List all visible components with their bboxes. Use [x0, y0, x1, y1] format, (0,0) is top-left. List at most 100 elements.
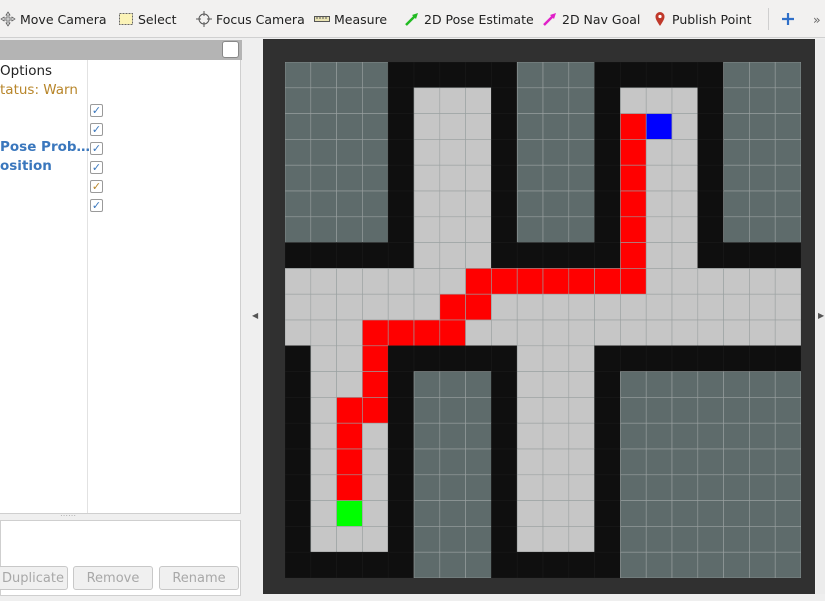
tree-item-label[interactable]: Pose Prob…: [0, 139, 90, 155]
free-cell: [723, 319, 750, 347]
tree-item-checkbox[interactable]: ✓: [90, 199, 103, 212]
unknown-cell: [542, 216, 570, 243]
unknown-cell: [362, 164, 389, 192]
occupied-cell: [387, 216, 415, 243]
free-cell: [439, 216, 466, 243]
tree-item-checkbox[interactable]: ✓: [90, 161, 103, 174]
free-cell: [671, 113, 699, 140]
unknown-cell: [516, 216, 544, 243]
free-cell: [387, 293, 415, 321]
unknown-cell: [336, 62, 363, 89]
unknown-cell: [697, 422, 724, 450]
occupied-cell: [516, 551, 544, 578]
rename-button[interactable]: Rename: [159, 566, 239, 590]
occupied-cell: [285, 422, 312, 450]
select-button[interactable]: Select: [118, 10, 177, 28]
unknown-cell: [774, 526, 801, 553]
unknown-cell: [671, 422, 699, 450]
right-splitter-arrow-icon[interactable]: ▶: [818, 311, 824, 320]
select-icon: [118, 11, 134, 27]
free-cell: [439, 242, 466, 269]
unknown-cell: [439, 422, 466, 450]
unknown-cell: [620, 500, 647, 527]
free-cell: [362, 500, 389, 527]
occupied-cell: [387, 371, 415, 398]
unknown-cell: [413, 422, 441, 450]
occupied-cell: [594, 474, 621, 501]
unknown-cell: [723, 216, 750, 243]
unknown-cell: [362, 190, 389, 218]
nav-goal-button[interactable]: 2D Nav Goal: [542, 10, 640, 28]
measure-button[interactable]: Measure: [314, 10, 387, 28]
unknown-cell: [362, 62, 389, 89]
tree-item-label[interactable]: Options: [0, 63, 52, 79]
free-cell: [697, 268, 724, 295]
display-tree[interactable]: Options tatus: Warn ✓ ✓ Pose Prob… ✓ osition ✓ ✓…: [0, 60, 241, 514]
occupied-cell: [285, 345, 312, 372]
occupied-cell: [387, 500, 415, 527]
tree-column-divider[interactable]: [87, 60, 88, 513]
unknown-cell: [645, 422, 673, 450]
free-cell: [645, 139, 673, 166]
unknown-cell: [413, 371, 441, 398]
tree-item-checkbox[interactable]: ✓: [90, 180, 103, 193]
unknown-cell: [568, 87, 595, 114]
unknown-cell: [774, 474, 801, 501]
occupied-cell: [491, 87, 518, 114]
free-cell: [774, 293, 801, 321]
unknown-cell: [285, 190, 312, 218]
unknown-cell: [465, 526, 492, 553]
tree-item-label[interactable]: osition: [0, 158, 52, 174]
unknown-cell: [310, 87, 337, 114]
free-cell: [439, 268, 466, 295]
tree-item-label[interactable]: tatus: Warn: [0, 82, 78, 98]
tree-item-checkbox[interactable]: ✓: [90, 104, 103, 117]
free-cell: [413, 164, 441, 192]
tree-item-checkbox[interactable]: ✓: [90, 123, 103, 136]
unknown-cell: [697, 448, 724, 476]
free-cell: [491, 319, 518, 347]
occupied-cell: [594, 526, 621, 553]
occupied-cell: [285, 500, 312, 527]
unknown-cell: [568, 62, 595, 89]
free-cell: [568, 319, 595, 347]
move-camera-button[interactable]: Move Camera: [0, 10, 107, 28]
duplicate-button[interactable]: Duplicate: [0, 566, 68, 590]
free-cell: [362, 474, 389, 501]
unknown-cell: [620, 448, 647, 476]
unknown-cell: [285, 216, 312, 243]
unknown-cell: [774, 113, 801, 140]
publish-point-button[interactable]: Publish Point: [652, 10, 752, 28]
free-cell: [413, 190, 441, 218]
pose-estimate-button[interactable]: 2D Pose Estimate: [404, 10, 534, 28]
goal-cell: [645, 113, 673, 140]
occupied-cell: [387, 87, 415, 114]
free-cell: [336, 319, 363, 347]
panel-splitter-handle[interactable]: ⋯⋯: [60, 512, 80, 520]
add-tool-button[interactable]: [780, 10, 796, 28]
occupied-cell: [491, 242, 518, 269]
remove-button[interactable]: Remove: [73, 566, 153, 590]
toolbar-overflow-button[interactable]: »: [813, 10, 821, 28]
unknown-cell: [413, 500, 441, 527]
focus-camera-icon: [196, 11, 212, 27]
free-cell: [362, 422, 389, 450]
unknown-cell: [774, 422, 801, 450]
unknown-cell: [671, 500, 699, 527]
free-cell: [671, 319, 699, 347]
free-cell: [749, 319, 776, 347]
render-viewport[interactable]: [263, 39, 815, 594]
move-camera-icon: [0, 11, 16, 27]
unknown-cell: [749, 113, 776, 140]
left-splitter-arrow-icon[interactable]: ◀: [252, 311, 258, 320]
panel-float-button[interactable]: [222, 41, 239, 58]
tree-item-checkbox[interactable]: ✓: [90, 142, 103, 155]
occupied-cell: [594, 448, 621, 476]
focus-camera-button[interactable]: Focus Camera: [196, 10, 305, 28]
unknown-cell: [774, 87, 801, 114]
free-cell: [671, 268, 699, 295]
unknown-cell: [516, 164, 544, 192]
path-cell: [542, 268, 570, 295]
unknown-cell: [645, 500, 673, 527]
occupied-cell: [671, 345, 699, 372]
